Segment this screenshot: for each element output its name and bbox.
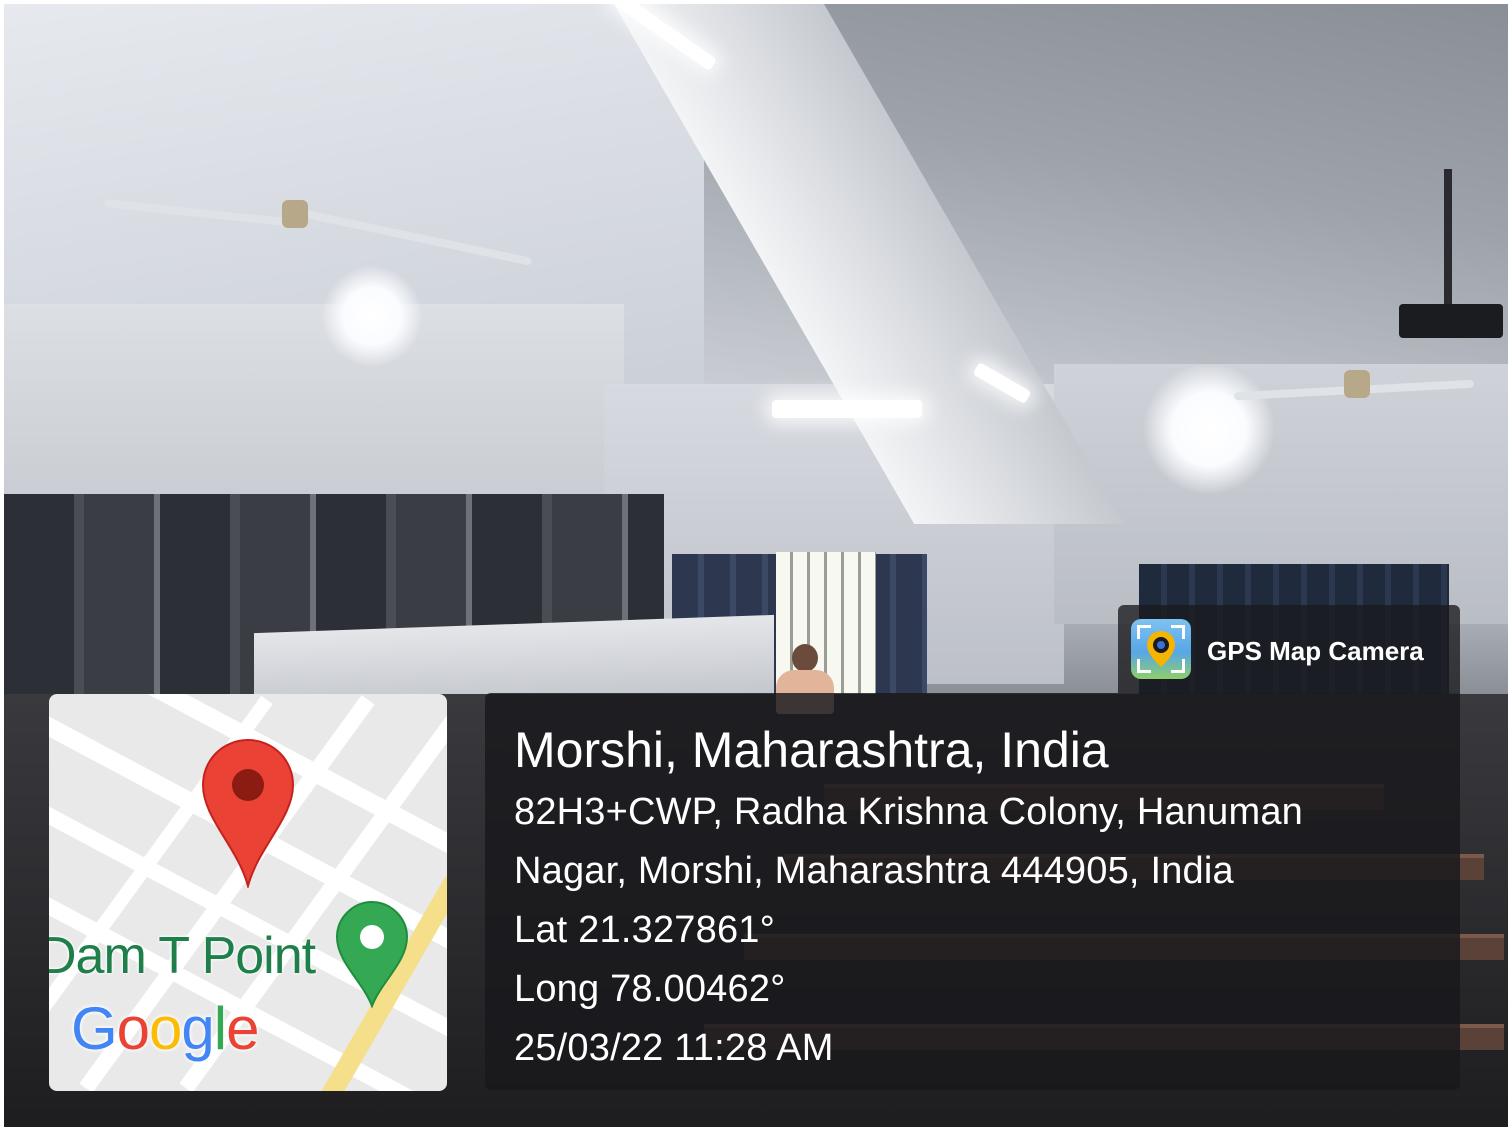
location-title: Morshi, Maharashtra, India — [514, 722, 1109, 778]
gps-camera-icon — [1131, 619, 1191, 679]
map-thumbnail[interactable]: Dam T Point Google — [49, 694, 447, 1091]
google-logo-letter: l — [213, 995, 227, 1062]
tube-light — [772, 400, 922, 418]
map-place-label: Dam T Point — [49, 927, 316, 985]
projector — [1399, 304, 1503, 338]
address-line-2: Nagar, Morshi, Maharashtra 444905, India — [514, 850, 1234, 892]
address-line-1: 82H3+CWP, Radha Krishna Colony, Hanuman — [514, 791, 1303, 833]
app-name: GPS Map Camera — [1207, 636, 1424, 666]
datetime: 25/03/22 11:28 AM — [514, 1027, 834, 1069]
ceiling-bulb — [322, 266, 422, 366]
google-logo-letter: g — [181, 995, 214, 1062]
longitude: Long 78.00462° — [514, 968, 786, 1010]
projector-mount — [1444, 169, 1452, 309]
wall-left — [4, 304, 624, 504]
google-logo-letter: o — [116, 995, 150, 1062]
app-badge: GPS Map Camera — [1118, 605, 1460, 693]
google-logo-letter: e — [226, 995, 259, 1062]
ceiling-fan — [1344, 370, 1370, 398]
ceiling-bulb — [1144, 364, 1274, 494]
latitude: Lat 21.327861° — [514, 909, 776, 951]
google-logo-letter: G — [71, 995, 118, 1062]
person-head — [792, 644, 818, 672]
google-logo-letter: o — [149, 995, 182, 1062]
green-location-pin-icon — [335, 900, 409, 1008]
red-location-pin-icon — [201, 738, 295, 888]
ceiling-fan — [282, 200, 308, 228]
location-info-panel: Morshi, Maharashtra, India 82H3+CWP, Rad… — [485, 693, 1460, 1090]
google-logo: Google — [71, 994, 260, 1063]
